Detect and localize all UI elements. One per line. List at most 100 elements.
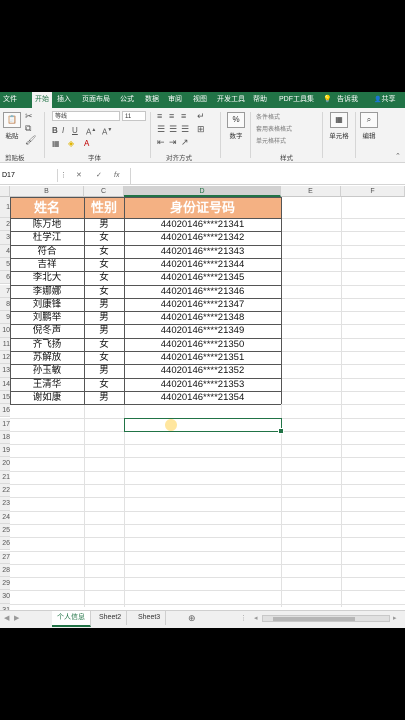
row-header[interactable]: 6 xyxy=(0,271,10,285)
row-header[interactable]: 13 xyxy=(0,364,10,378)
row-header[interactable]: 1 xyxy=(0,197,10,218)
align-right-icon[interactable]: ☰ xyxy=(181,125,189,134)
gender-cell[interactable]: 女 xyxy=(84,258,124,271)
number-format-button[interactable]: % 数字 xyxy=(226,112,246,140)
underline-button[interactable]: U xyxy=(72,126,78,135)
scroll-right-icon[interactable]: ▸ xyxy=(393,614,397,622)
select-all-corner[interactable] xyxy=(0,186,10,197)
name-cell[interactable]: 苏解放 xyxy=(10,351,84,364)
id-number-cell[interactable]: 44020146****21350 xyxy=(124,338,281,351)
row-header[interactable]: 4 xyxy=(0,244,10,258)
increase-indent-icon[interactable]: ⇥ xyxy=(169,138,177,147)
row-header[interactable]: 11 xyxy=(0,337,10,351)
id-number-cell[interactable]: 44020146****21346 xyxy=(124,285,281,298)
column-header[interactable]: D xyxy=(124,186,281,197)
id-number-cell[interactable]: 44020146****21353 xyxy=(124,378,281,391)
paste-button[interactable]: 📋 粘贴 xyxy=(2,112,22,140)
row-header[interactable]: 7 xyxy=(0,284,10,298)
menu-tab[interactable]: 💡 告诉我 xyxy=(323,92,358,108)
id-number-cell[interactable]: 44020146****21342 xyxy=(124,231,281,244)
row-header[interactable]: 25 xyxy=(0,523,10,538)
gender-cell[interactable]: 女 xyxy=(84,351,124,364)
row-header[interactable]: 19 xyxy=(0,444,10,458)
selected-cell[interactable] xyxy=(124,417,284,434)
name-box[interactable]: D17 xyxy=(0,169,58,182)
menu-tab[interactable]: 审阅 xyxy=(168,92,182,108)
gender-cell[interactable]: 女 xyxy=(84,285,124,298)
gender-cell[interactable]: 女 xyxy=(84,231,124,244)
menu-tab[interactable]: 数据 xyxy=(145,92,159,108)
gender-cell[interactable]: 男 xyxy=(84,391,124,404)
name-cell[interactable]: 杜学江 xyxy=(10,231,84,244)
scroll-left-icon[interactable]: ◂ xyxy=(254,614,258,622)
row-header[interactable]: 8 xyxy=(0,297,10,312)
increase-font-icon[interactable]: A▲ xyxy=(86,126,96,137)
border-icon[interactable]: ▦ xyxy=(52,139,60,148)
id-header-cell[interactable]: 身份证号码 xyxy=(124,197,281,218)
id-number-cell[interactable]: 44020146****21345 xyxy=(124,271,281,284)
row-header[interactable]: 2 xyxy=(0,218,10,232)
name-cell[interactable]: 李北大 xyxy=(10,271,84,284)
id-number-cell[interactable]: 44020146****21341 xyxy=(124,218,281,231)
format-painter-icon[interactable]: 🖌 xyxy=(25,136,36,145)
sheet-tab[interactable]: 个人信息 xyxy=(52,611,91,627)
gender-cell[interactable]: 男 xyxy=(84,324,124,337)
prev-sheet-icon[interactable]: ◀ xyxy=(4,614,9,622)
id-number-cell[interactable]: 44020146****21343 xyxy=(124,245,281,258)
name-cell[interactable]: 符合 xyxy=(10,245,84,258)
menu-tab[interactable]: 页面布局 xyxy=(82,92,110,108)
column-header[interactable]: B xyxy=(10,186,84,197)
row-header[interactable]: 22 xyxy=(0,484,10,498)
font-size-select[interactable]: 11 xyxy=(122,111,146,121)
menu-tab[interactable]: 插入 xyxy=(57,92,71,108)
name-cell[interactable]: 齐飞扬 xyxy=(10,338,84,351)
name-cell[interactable]: 孙玉敏 xyxy=(10,364,84,377)
align-middle-icon[interactable]: ≡ xyxy=(169,112,174,121)
copy-icon[interactable]: ⧉ xyxy=(25,124,31,133)
font-name-select[interactable]: 等线 xyxy=(52,111,120,121)
row-header[interactable]: 3 xyxy=(0,231,10,245)
menu-tab[interactable]: 文件 xyxy=(3,92,17,108)
scrollbar-thumb[interactable] xyxy=(273,617,355,621)
row-header[interactable]: 18 xyxy=(0,430,10,445)
row-header[interactable]: 14 xyxy=(0,377,10,391)
column-header[interactable]: E xyxy=(281,186,341,197)
menu-tab[interactable]: 视图 xyxy=(193,92,207,108)
row-header[interactable]: 17 xyxy=(0,417,10,431)
sheet-tab[interactable]: Sheet2 xyxy=(94,611,128,625)
enter-icon[interactable]: ✓ xyxy=(96,168,102,184)
id-number-cell[interactable]: 44020146****21354 xyxy=(124,391,281,404)
row-header[interactable]: 29 xyxy=(0,577,10,591)
formula-input[interactable] xyxy=(130,168,405,184)
font-color-icon[interactable]: A xyxy=(84,139,89,148)
row-header[interactable]: 10 xyxy=(0,324,10,338)
name-cell[interactable]: 刘鹏举 xyxy=(10,311,84,324)
horizontal-scrollbar[interactable] xyxy=(262,615,390,622)
align-bottom-icon[interactable]: ≡ xyxy=(181,112,186,121)
name-cell[interactable]: 李娜娜 xyxy=(10,285,84,298)
gender-cell[interactable]: 女 xyxy=(84,378,124,391)
id-number-cell[interactable]: 44020146****21351 xyxy=(124,351,281,364)
gender-cell[interactable]: 女 xyxy=(84,271,124,284)
gender-cell[interactable]: 女 xyxy=(84,245,124,258)
align-left-icon[interactable]: ☰ xyxy=(157,125,165,134)
fill-handle[interactable] xyxy=(278,427,284,434)
menu-tab[interactable]: 公式 xyxy=(120,92,134,108)
row-header[interactable]: 20 xyxy=(0,457,10,471)
sheet-tab[interactable]: Sheet3 xyxy=(133,611,167,625)
cut-icon[interactable]: ✂ xyxy=(25,112,33,121)
id-number-cell[interactable]: 44020146****21349 xyxy=(124,324,281,337)
merge-center-icon[interactable]: ⊞ xyxy=(197,125,205,134)
next-sheet-icon[interactable]: ▶ xyxy=(14,614,19,622)
id-number-cell[interactable]: 44020146****21352 xyxy=(124,364,281,377)
row-header[interactable]: 15 xyxy=(0,390,10,405)
fill-color-icon[interactable]: ◈ xyxy=(68,139,74,148)
column-header[interactable]: F xyxy=(341,186,405,197)
orientation-icon[interactable]: ↗ xyxy=(181,138,189,147)
name-cell[interactable]: 吉祥 xyxy=(10,258,84,271)
name-cell[interactable]: 刘康锋 xyxy=(10,298,84,311)
row-header[interactable]: 24 xyxy=(0,510,10,524)
name-cell[interactable]: 陈万地 xyxy=(10,218,84,231)
cell-styles-button[interactable]: 单元格样式 xyxy=(256,136,286,145)
name-header-cell[interactable]: 姓名 xyxy=(10,197,84,218)
